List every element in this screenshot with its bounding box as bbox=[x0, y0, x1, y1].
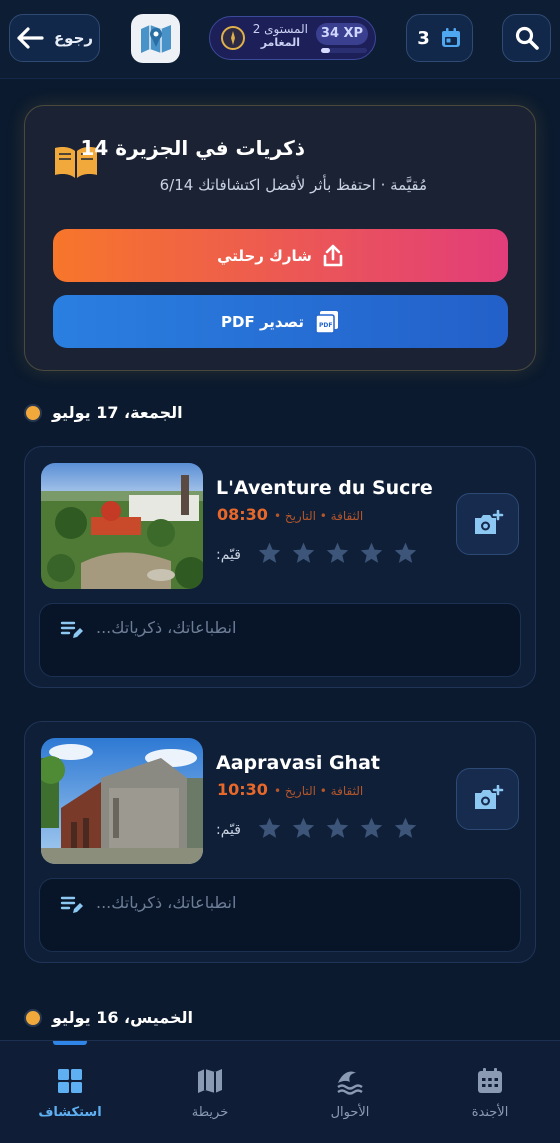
rate-label: قيّم: bbox=[216, 822, 241, 838]
nav-label: الأجندة bbox=[471, 1105, 509, 1120]
star-icon[interactable] bbox=[325, 816, 350, 841]
star-icon[interactable] bbox=[257, 816, 282, 841]
add-photo-camera-icon bbox=[474, 785, 503, 809]
active-tab-indicator bbox=[53, 1041, 87, 1045]
place-card: L'Aventure du Sucre 08:30 الثقافة • التا… bbox=[24, 446, 536, 688]
back-button[interactable]: رجوع bbox=[9, 14, 100, 62]
note-textarea[interactable]: انطباعاتك، ذكرياتك... bbox=[39, 878, 521, 952]
export-pdf-label: تصدير PDF bbox=[221, 312, 304, 331]
date-label: الخميس، 16 يوليو bbox=[52, 1008, 193, 1027]
place-meta: 08:30 الثقافة • التاريخ • bbox=[217, 505, 363, 524]
memories-subtitle: مُقيَّمة · احتفظ بأثر لأفضل اكتشافاتك 6/… bbox=[159, 176, 427, 194]
grid-icon bbox=[58, 1069, 82, 1093]
place-name: Aapravasi Ghat bbox=[216, 752, 380, 774]
share-icon bbox=[323, 244, 343, 266]
pdf-file-icon: PDF bbox=[315, 310, 338, 334]
place-meta: 10:30 الثقافة • التاريخ • bbox=[217, 780, 363, 799]
waves-icon bbox=[337, 1071, 363, 1095]
date-label: الجمعة، 17 يوليو bbox=[52, 403, 183, 422]
nav-label: خريطة bbox=[191, 1105, 229, 1120]
star-rating bbox=[257, 541, 418, 566]
svg-text:PDF: PDF bbox=[319, 322, 332, 329]
date-header: الجمعة، 17 يوليو bbox=[24, 403, 183, 422]
map-logo-icon bbox=[140, 24, 171, 53]
star-icon[interactable] bbox=[359, 816, 384, 841]
nav-label: استكشاف bbox=[38, 1105, 102, 1120]
nav-item-conditions[interactable]: الأحوال bbox=[280, 1041, 420, 1143]
place-photo-sugar-estate bbox=[41, 463, 203, 589]
memories-title: ذكريات في الجزيرة 14 bbox=[80, 136, 306, 160]
place-card: Aapravasi Ghat 10:30 الثقافة • التاريخ •… bbox=[24, 721, 536, 963]
note-textarea[interactable]: انطباعاتك، ذكرياتك... bbox=[39, 603, 521, 677]
nav-item-map[interactable]: خريطة bbox=[140, 1041, 280, 1143]
star-icon[interactable] bbox=[393, 541, 418, 566]
calendar-icon bbox=[478, 1068, 502, 1093]
level-label: المستوى 2 bbox=[252, 22, 308, 36]
xp-progress-bar bbox=[321, 48, 367, 53]
nav-item-agenda[interactable]: الأجندة bbox=[420, 1041, 560, 1143]
note-placeholder: انطباعاتك، ذكرياتك... bbox=[96, 618, 237, 637]
compass-icon bbox=[221, 26, 245, 50]
bottom-navigation: استكشاف خريطة الأحوال الأجندة bbox=[0, 1040, 560, 1143]
rate-label: قيّم: bbox=[216, 547, 241, 563]
search-icon bbox=[515, 26, 539, 50]
share-trip-button[interactable]: شارك رحلتي bbox=[53, 229, 508, 282]
map-icon bbox=[198, 1069, 222, 1093]
xp-level-pill[interactable]: المستوى 2 المغامر 34 XP bbox=[209, 16, 376, 60]
star-icon[interactable] bbox=[257, 541, 282, 566]
star-icon[interactable] bbox=[359, 541, 384, 566]
xp-badge: 34 XP bbox=[316, 23, 368, 45]
note-placeholder: انطباعاتك، ذكرياتك... bbox=[96, 893, 237, 912]
place-category: الثقافة • التاريخ • bbox=[273, 509, 364, 523]
place-category: الثقافة • التاريخ • bbox=[273, 784, 364, 798]
add-photo-button[interactable] bbox=[456, 493, 519, 555]
add-photo-camera-icon bbox=[474, 510, 503, 534]
star-icon[interactable] bbox=[393, 816, 418, 841]
search-button[interactable] bbox=[502, 14, 551, 62]
calendar-icon bbox=[441, 28, 460, 47]
add-photo-button[interactable] bbox=[456, 768, 519, 830]
nav-label: الأحوال bbox=[330, 1105, 370, 1120]
place-name: L'Aventure du Sucre bbox=[216, 477, 433, 499]
timeline-dot bbox=[24, 1008, 42, 1027]
place-time: 08:30 bbox=[217, 505, 268, 524]
back-label: رجوع bbox=[53, 29, 94, 47]
nav-item-explore[interactable]: استكشاف bbox=[0, 1041, 140, 1143]
timeline-dot bbox=[24, 403, 42, 422]
memories-card: ذكريات في الجزيرة 14 مُقيَّمة · احتفظ بأ… bbox=[24, 105, 536, 371]
export-pdf-button[interactable]: تصدير PDF PDF bbox=[53, 295, 508, 348]
top-bar: رجوع المستوى 2 المغامر 34 XP 3 bbox=[0, 0, 560, 79]
star-icon[interactable] bbox=[291, 541, 316, 566]
arrow-left-icon bbox=[17, 27, 44, 49]
edit-note-icon bbox=[60, 896, 83, 913]
rank-label: المغامر bbox=[260, 36, 300, 49]
date-header: الخميس، 16 يوليو bbox=[24, 1008, 193, 1027]
star-icon[interactable] bbox=[291, 816, 316, 841]
app-logo-map-button[interactable] bbox=[131, 14, 180, 63]
star-icon[interactable] bbox=[325, 541, 350, 566]
calendar-count: 3 bbox=[417, 27, 430, 49]
calendar-count-button[interactable]: 3 bbox=[406, 14, 473, 62]
edit-note-icon bbox=[60, 621, 83, 638]
place-photo-aapravasi-ghat bbox=[41, 738, 203, 864]
place-time: 10:30 bbox=[217, 780, 268, 799]
share-trip-label: شارك رحلتي bbox=[217, 246, 312, 265]
star-rating bbox=[257, 816, 418, 841]
